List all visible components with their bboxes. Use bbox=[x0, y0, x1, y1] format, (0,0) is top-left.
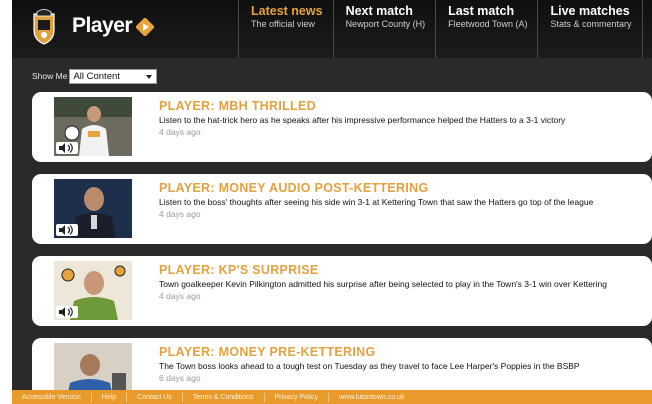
nav-title: Latest news bbox=[251, 4, 323, 18]
footer-link-website[interactable]: www.lutontown.co.uk bbox=[329, 393, 414, 402]
main-nav: Latest news The official view Next match… bbox=[238, 0, 652, 58]
item-title[interactable]: PLAYER: MONEY PRE-KETTERING bbox=[159, 345, 375, 359]
nav-last-match[interactable]: Last match Fleetwood Town (A) bbox=[435, 0, 537, 58]
site-footer: Accessible Version Help Contact Us Terms… bbox=[12, 390, 652, 404]
footer-link-privacy[interactable]: Privacy Policy bbox=[265, 392, 330, 402]
site-header: Player Latest news The official view Nex… bbox=[12, 0, 652, 58]
item-description: Listen to the boss' thoughts after seein… bbox=[159, 197, 594, 207]
chevron-down-icon bbox=[146, 74, 153, 79]
app-frame: Player Latest news The official view Nex… bbox=[12, 0, 652, 404]
nav-title: Last match bbox=[448, 4, 515, 18]
item-date: 4 days ago bbox=[159, 291, 201, 301]
nav-subtitle: Fleetwood Town (A) bbox=[448, 19, 528, 29]
nav-title: Live matches bbox=[550, 4, 630, 18]
nav-more[interactable]: H Vi bbox=[641, 0, 652, 58]
club-crest-icon[interactable] bbox=[30, 8, 58, 46]
nav-subtitle: Stats & commentary bbox=[550, 19, 632, 29]
content-type-select[interactable]: All Content bbox=[69, 68, 158, 84]
video-thumbnail[interactable] bbox=[54, 97, 132, 156]
select-value: All Content bbox=[73, 70, 120, 82]
item-title[interactable]: PLAYER: MONEY AUDIO POST-KETTERING bbox=[159, 181, 429, 195]
list-item[interactable]: PLAYER: MONEY AUDIO POST-KETTERING Liste… bbox=[32, 174, 652, 244]
item-title[interactable]: PLAYER: KP'S SURPRISE bbox=[159, 263, 319, 277]
item-description: Town goalkeeper Kevin Pilkington admitte… bbox=[159, 279, 607, 289]
item-description: Listen to the hat-trick hero as he speak… bbox=[159, 115, 566, 125]
item-title[interactable]: PLAYER: MBH THRILLED bbox=[159, 99, 316, 113]
item-date: 4 days ago bbox=[159, 209, 201, 219]
list-item[interactable]: PLAYER: KP'S SURPRISE Town goalkeeper Ke… bbox=[32, 256, 652, 326]
footer-link-accessible[interactable]: Accessible Version bbox=[12, 392, 92, 402]
nav-live-matches[interactable]: Live matches Stats & commentary bbox=[537, 0, 641, 58]
content-filter: Show Me All Content bbox=[32, 68, 158, 84]
speaker-icon[interactable] bbox=[56, 142, 78, 154]
video-thumbnail[interactable] bbox=[54, 179, 132, 238]
nav-subtitle: The official view bbox=[251, 19, 315, 29]
item-description: The Town boss looks ahead to a tough tes… bbox=[159, 361, 580, 371]
media-list: PLAYER: MBH THRILLED Listen to the hat-t… bbox=[32, 92, 652, 404]
video-thumbnail[interactable] bbox=[54, 261, 132, 320]
brand-name[interactable]: Player bbox=[72, 14, 133, 38]
speaker-icon[interactable] bbox=[56, 224, 78, 236]
footer-link-help[interactable]: Help bbox=[92, 392, 128, 402]
play-badge-icon bbox=[136, 18, 154, 36]
speaker-icon[interactable] bbox=[56, 306, 78, 318]
item-date: 4 days ago bbox=[159, 127, 201, 137]
nav-subtitle: Newport County (H) bbox=[345, 19, 426, 29]
filter-label: Show Me bbox=[32, 71, 68, 81]
nav-latest-news[interactable]: Latest news The official view bbox=[238, 0, 333, 58]
footer-link-contact[interactable]: Contact Us bbox=[127, 392, 183, 402]
item-date: 6 days ago bbox=[159, 373, 201, 383]
footer-link-terms[interactable]: Terms & Conditions bbox=[183, 392, 265, 402]
nav-next-match[interactable]: Next match Newport County (H) bbox=[332, 0, 436, 58]
nav-title: Next match bbox=[345, 4, 413, 18]
list-item[interactable]: PLAYER: MBH THRILLED Listen to the hat-t… bbox=[32, 92, 652, 162]
